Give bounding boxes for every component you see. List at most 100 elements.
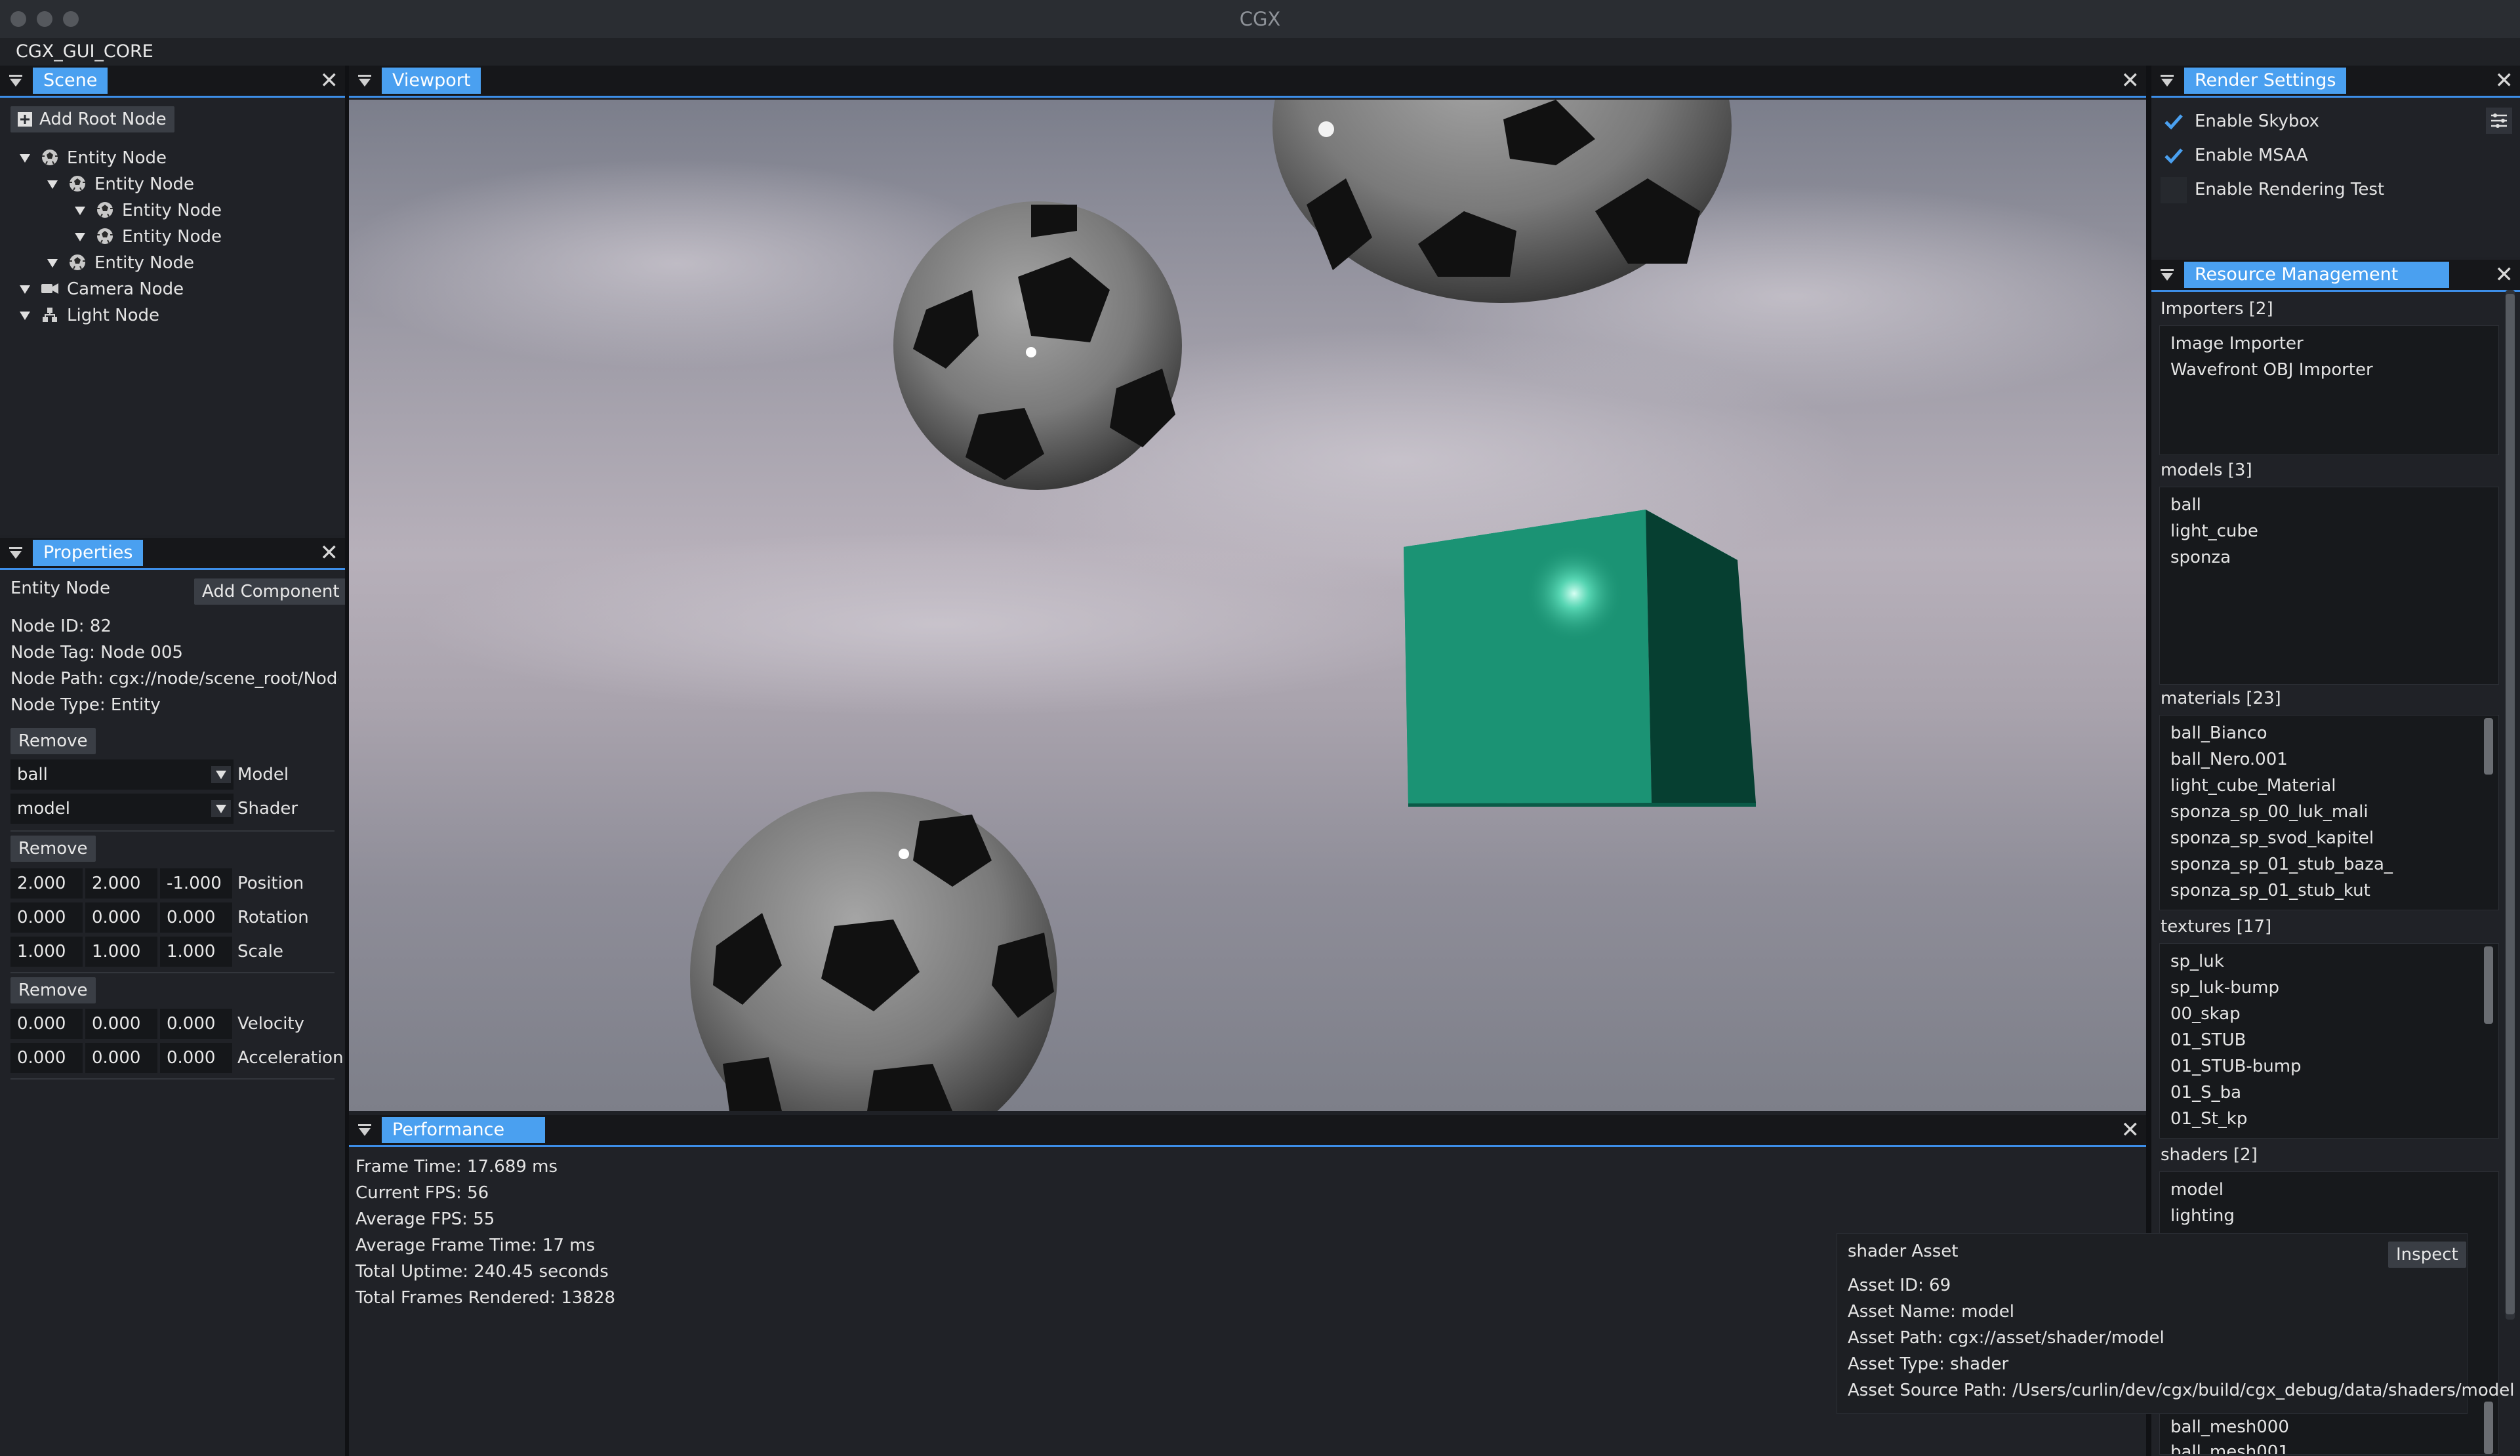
tab-render-settings[interactable]: Render Settings [2184, 68, 2347, 94]
render-settings-panel: Render Settings ✕ Enable Skybox Enable M… [2151, 66, 2520, 257]
tab-properties[interactable]: Properties [33, 540, 144, 566]
rotation-x-input[interactable]: 0.000 [10, 902, 83, 933]
tab-performance[interactable]: Performance [382, 1117, 546, 1143]
acceleration-z-input[interactable]: 0.000 [160, 1043, 232, 1073]
acceleration-x-input[interactable]: 0.000 [10, 1043, 83, 1073]
list-item[interactable]: 01_STUB [2170, 1030, 2246, 1050]
velocity-z-input[interactable]: 0.000 [160, 1009, 232, 1039]
expand-arrow-icon[interactable] [73, 204, 87, 217]
scale-x-input[interactable]: 1.000 [10, 937, 83, 967]
acceleration-y-input[interactable]: 0.000 [85, 1043, 157, 1073]
list-item[interactable]: Image Importer [2170, 334, 2304, 354]
textures-scrollbar[interactable] [2484, 946, 2493, 1024]
expand-arrow-icon[interactable] [18, 152, 31, 165]
scene-render [349, 100, 2146, 1111]
materials-list[interactable]: ball_Bianco ball_Nero.001 light_cube_Mat… [2159, 715, 2499, 910]
tree-node[interactable]: Entity Node [0, 224, 341, 249]
settings-sliders-button[interactable] [2486, 108, 2512, 134]
position-x-input[interactable]: 2.000 [10, 868, 83, 899]
plus-square-icon [18, 112, 32, 127]
position-y-input[interactable]: 2.000 [85, 868, 157, 899]
models-list[interactable]: ball light_cube sponza [2159, 487, 2499, 685]
close-icon[interactable]: ✕ [320, 70, 339, 92]
list-item[interactable]: lighting [2170, 1206, 2235, 1226]
app-name: CGX_GUI_CORE [16, 41, 153, 62]
list-item[interactable]: ball [2170, 495, 2201, 515]
list-item[interactable]: ball_Bianco [2170, 723, 2267, 743]
list-item[interactable]: sponza_sp_00_luk_mali [2170, 802, 2368, 822]
list-item[interactable]: sponza [2170, 548, 2231, 567]
chevron-down-icon [211, 800, 231, 817]
rendering-test-checkbox[interactable] [2161, 177, 2187, 203]
tab-resource-management[interactable]: Resource Management [2184, 262, 2450, 288]
close-icon[interactable]: ✕ [2121, 1119, 2140, 1141]
3d-viewport[interactable] [349, 100, 2146, 1111]
tree-node[interactable]: Entity Node [0, 198, 341, 223]
velocity-y-input[interactable]: 0.000 [85, 1009, 157, 1039]
add-component-button[interactable]: Add Component [194, 578, 348, 605]
list-item[interactable]: sp_luk [2170, 952, 2224, 971]
expand-arrow-icon[interactable] [46, 256, 59, 270]
list-item[interactable]: ball_mesh001 [2170, 1442, 2289, 1454]
remove-button[interactable]: Remove [10, 836, 96, 862]
meshes-scrollbar[interactable] [2484, 1402, 2493, 1454]
expand-arrow-icon[interactable] [46, 178, 59, 191]
list-item[interactable]: ball_mesh000 [2170, 1417, 2289, 1437]
list-item[interactable]: Wavefront OBJ Importer [2170, 360, 2373, 380]
expand-arrow-icon[interactable] [18, 283, 31, 296]
tree-node[interactable]: Entity Node [0, 172, 341, 197]
tree-node[interactable]: Entity Node [0, 146, 341, 171]
list-item[interactable]: light_cube [2170, 521, 2258, 541]
rotation-y-input[interactable]: 0.000 [85, 902, 157, 933]
close-icon[interactable]: ✕ [2121, 70, 2140, 92]
list-item[interactable]: model [2170, 1180, 2224, 1200]
list-item[interactable]: sponza_sp_01_stub_baza_ [2170, 855, 2393, 874]
expand-arrow-icon[interactable] [73, 230, 87, 243]
inspect-button[interactable]: Inspect [2388, 1242, 2466, 1268]
textures-list[interactable]: sp_luk sp_luk-bump 00_skap 01_STUB 01_ST… [2159, 943, 2499, 1139]
list-item[interactable]: sponza_sp_svod_kapitel [2170, 828, 2374, 848]
tab-viewport[interactable]: Viewport [382, 68, 481, 94]
scale-z-input[interactable]: 1.000 [160, 937, 232, 967]
close-icon[interactable]: ✕ [2495, 70, 2514, 92]
model-select[interactable]: ball [10, 759, 234, 790]
velocity-x-input[interactable]: 0.000 [10, 1009, 83, 1039]
remove-button[interactable]: Remove [10, 728, 96, 754]
list-item[interactable]: 01_S_ba [2170, 1083, 2241, 1102]
collapse-icon[interactable] [2159, 268, 2175, 282]
importers-list[interactable]: Image Importer Wavefront OBJ Importer [2159, 325, 2499, 455]
collapse-icon[interactable] [357, 73, 373, 88]
collapse-icon[interactable] [8, 546, 24, 560]
list-item[interactable]: ball_Nero.001 [2170, 750, 2288, 769]
list-item[interactable]: light_cube_Material [2170, 776, 2336, 796]
list-item[interactable]: 01_STUB-bump [2170, 1057, 2302, 1076]
list-item[interactable]: sp_luk-bump [2170, 978, 2279, 998]
skybox-checkbox[interactable] [2161, 109, 2187, 135]
list-item[interactable]: sponza_sp_01_stub_kut [2170, 881, 2370, 900]
tree-node[interactable]: Entity Node [0, 251, 341, 275]
rotation-z-input[interactable]: 0.000 [160, 902, 232, 933]
position-z-input[interactable]: -1.000 [160, 868, 232, 899]
materials-scrollbar[interactable] [2484, 718, 2493, 775]
scene-panel-header: Scene ✕ [0, 66, 345, 98]
tree-node[interactable]: Camera Node [0, 277, 341, 302]
checkmark-icon [2164, 148, 2183, 164]
remove-button[interactable]: Remove [10, 977, 96, 1003]
list-item[interactable]: 01_St_kp [2170, 1109, 2247, 1129]
close-icon[interactable]: ✕ [320, 542, 339, 564]
shader-select[interactable]: model [10, 794, 234, 824]
tree-node-label: Entity Node [94, 253, 195, 273]
tree-node[interactable]: Light Node [0, 303, 341, 328]
collapse-icon[interactable] [2159, 73, 2175, 88]
scene-panel: Scene ✕ Add Root Node Entity Node Entity … [0, 66, 345, 535]
expand-arrow-icon[interactable] [18, 309, 31, 322]
close-icon[interactable]: ✕ [2495, 264, 2514, 286]
scale-y-input[interactable]: 1.000 [85, 937, 157, 967]
collapse-icon[interactable] [8, 73, 24, 88]
collapse-icon[interactable] [357, 1123, 373, 1137]
list-item[interactable]: 00_skap [2170, 1004, 2241, 1024]
panel-scrollbar-thumb[interactable] [2506, 294, 2515, 1314]
tab-scene[interactable]: Scene [33, 68, 108, 94]
msaa-checkbox[interactable] [2161, 143, 2187, 169]
add-root-node-button[interactable]: Add Root Node [10, 106, 174, 132]
